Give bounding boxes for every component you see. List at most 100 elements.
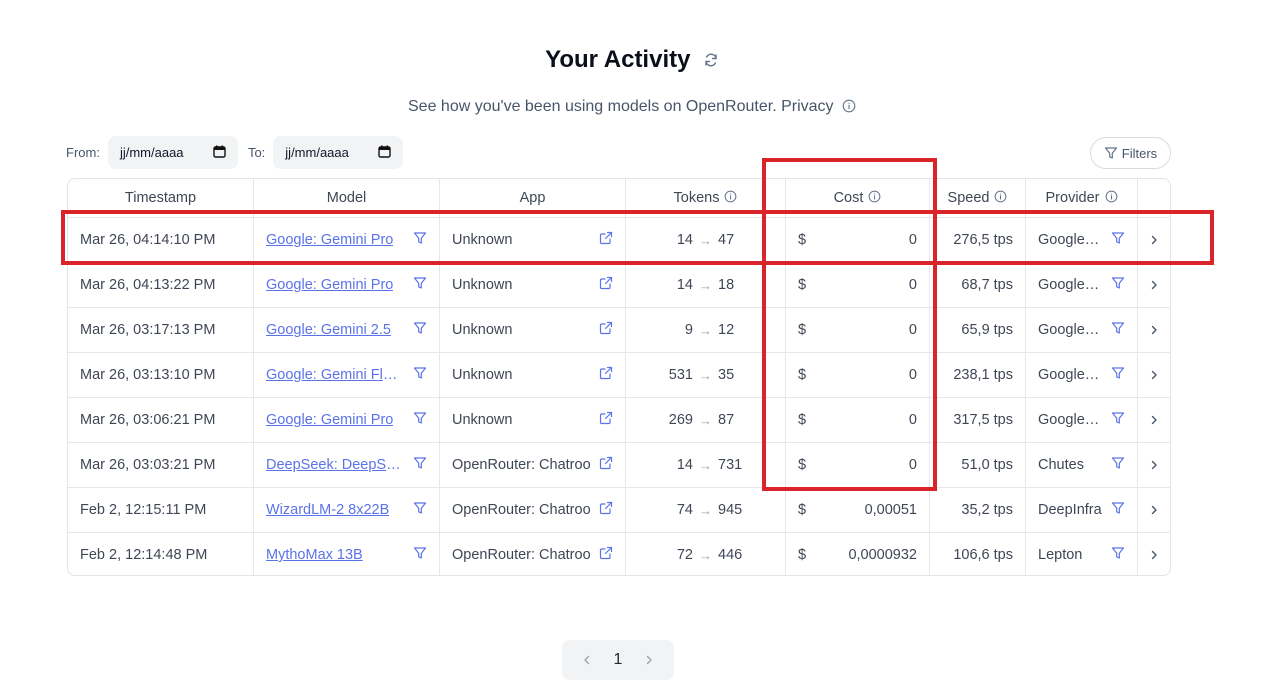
tokens-in: 14 — [676, 277, 693, 293]
timestamp-cell: Mar 26, 03:06:21 PM — [68, 398, 254, 442]
chevron-right-icon — [1151, 550, 1157, 560]
filter-icon[interactable] — [413, 276, 427, 294]
header-provider-label: Provider — [1045, 190, 1100, 206]
filter-icon[interactable] — [1111, 546, 1125, 564]
row-expand-button[interactable] — [1138, 443, 1170, 487]
model-link[interactable]: Google: Gemini Pro — [266, 412, 393, 428]
currency-symbol: $ — [798, 547, 807, 563]
filter-icon[interactable] — [1111, 456, 1125, 474]
cost-cell: $ 0 — [786, 263, 930, 307]
external-link-icon[interactable] — [599, 411, 613, 429]
table-row[interactable]: Mar 26, 04:13:22 PM Google: Gemini Pro U… — [68, 262, 1170, 307]
cost-value: 0,00051 — [864, 502, 917, 518]
header-cost[interactable]: Cost — [786, 179, 930, 217]
filter-icon[interactable] — [1111, 501, 1125, 519]
pagination: 1 — [562, 640, 674, 680]
calendar-icon[interactable] — [378, 145, 391, 161]
header-app[interactable]: App — [440, 179, 626, 217]
external-link-icon[interactable] — [599, 321, 613, 339]
filter-icon[interactable] — [413, 456, 427, 474]
next-page-button[interactable] — [638, 649, 660, 671]
chevron-right-icon — [1151, 370, 1157, 380]
external-link-icon[interactable] — [599, 546, 613, 564]
external-link-icon[interactable] — [599, 501, 613, 519]
speed-cell: 51,0 tps — [930, 443, 1026, 487]
row-expand-button[interactable] — [1138, 263, 1170, 307]
arrow-right-icon: → — [699, 277, 712, 293]
current-page[interactable]: 1 — [614, 651, 623, 669]
filter-icon[interactable] — [1111, 276, 1125, 294]
chevron-right-icon — [1151, 280, 1157, 290]
info-icon[interactable] — [994, 190, 1007, 207]
timestamp-text: Mar 26, 04:13:22 PM — [80, 277, 216, 293]
header-tokens[interactable]: Tokens — [626, 179, 786, 217]
row-expand-button[interactable] — [1138, 218, 1170, 262]
header-speed[interactable]: Speed — [930, 179, 1026, 217]
row-expand-button[interactable] — [1138, 488, 1170, 532]
filter-icon[interactable] — [413, 411, 427, 429]
header-model-label: Model — [326, 190, 367, 206]
header-provider[interactable]: Provider — [1026, 179, 1138, 217]
cost-value: 0 — [908, 457, 917, 473]
chevron-right-icon — [1151, 325, 1157, 335]
from-date-input[interactable]: jj/mm/aaaa — [107, 136, 238, 169]
calendar-icon[interactable] — [213, 145, 226, 161]
header-timestamp[interactable]: Timestamp — [68, 179, 254, 217]
filter-icon[interactable] — [413, 546, 427, 564]
row-expand-button[interactable] — [1138, 353, 1170, 397]
chevron-left-icon — [584, 655, 590, 665]
table-row[interactable]: Mar 26, 03:06:21 PM Google: Gemini Pro U… — [68, 397, 1170, 442]
app-text: OpenRouter: Chatroom — [452, 547, 590, 563]
table-row[interactable]: Feb 2, 12:15:11 PM WizardLM-2 8x22B Open… — [68, 487, 1170, 532]
table-row[interactable]: Mar 26, 03:17:13 PM Google: Gemini 2.5 U… — [68, 307, 1170, 352]
row-expand-button[interactable] — [1138, 533, 1170, 575]
info-icon[interactable] — [868, 190, 881, 207]
tokens-out: 945 — [718, 502, 743, 518]
filters-button-label: Filters — [1121, 145, 1158, 161]
model-link[interactable]: WizardLM-2 8x22B — [266, 502, 389, 518]
prev-page-button[interactable] — [576, 649, 598, 671]
external-link-icon[interactable] — [599, 366, 613, 384]
arrow-right-icon: → — [699, 502, 712, 518]
external-link-icon[interactable] — [599, 231, 613, 249]
filter-icon[interactable] — [1111, 231, 1125, 249]
to-date-input[interactable]: jj/mm/aaaa — [273, 136, 404, 169]
filter-icon[interactable] — [413, 231, 427, 249]
speed-value: 51,0 tps — [961, 457, 1013, 473]
info-icon[interactable] — [1105, 190, 1118, 207]
filter-icon[interactable] — [1111, 411, 1125, 429]
model-link[interactable]: DeepSeek: DeepSeek — [266, 457, 402, 473]
external-link-icon[interactable] — [599, 456, 613, 474]
info-icon[interactable] — [842, 99, 856, 118]
header-model[interactable]: Model — [254, 179, 440, 217]
cost-cell: $ 0 — [786, 218, 930, 262]
model-link[interactable]: Google: Gemini 2.5 — [266, 322, 391, 338]
timestamp-cell: Mar 26, 04:14:10 PM — [68, 218, 254, 262]
table-row[interactable]: Mar 26, 04:14:10 PM Google: Gemini Pro U… — [68, 217, 1170, 262]
currency-symbol: $ — [798, 412, 807, 428]
model-link[interactable]: MythoMax 13B — [266, 547, 363, 563]
model-link[interactable]: Google: Gemini Flash — [266, 367, 402, 383]
info-icon[interactable] — [724, 190, 737, 207]
header-cost-label: Cost — [833, 190, 864, 206]
filter-icon[interactable] — [413, 501, 427, 519]
filters-button[interactable]: Filters — [1090, 137, 1171, 169]
arrow-right-icon: → — [699, 457, 712, 473]
filter-icon[interactable] — [1111, 321, 1125, 339]
filter-icon[interactable] — [413, 321, 427, 339]
external-link-icon[interactable] — [599, 276, 613, 294]
row-expand-button[interactable] — [1138, 398, 1170, 442]
model-link[interactable]: Google: Gemini Pro — [266, 277, 393, 293]
cost-value: 0 — [908, 277, 917, 293]
filter-icon[interactable] — [413, 366, 427, 384]
row-expand-button[interactable] — [1138, 308, 1170, 352]
page-title: Your Activity — [545, 46, 691, 73]
table-row[interactable]: Mar 26, 03:13:10 PM Google: Gemini Flash… — [68, 352, 1170, 397]
arrow-right-icon: → — [699, 547, 712, 563]
filter-icon[interactable] — [1111, 366, 1125, 384]
cost-cell: $ 0 — [786, 443, 930, 487]
table-row[interactable]: Feb 2, 12:14:48 PM MythoMax 13B OpenRout… — [68, 532, 1170, 575]
refresh-icon[interactable] — [703, 52, 719, 68]
table-row[interactable]: Mar 26, 03:03:21 PM DeepSeek: DeepSeek O… — [68, 442, 1170, 487]
model-link[interactable]: Google: Gemini Pro — [266, 232, 393, 248]
